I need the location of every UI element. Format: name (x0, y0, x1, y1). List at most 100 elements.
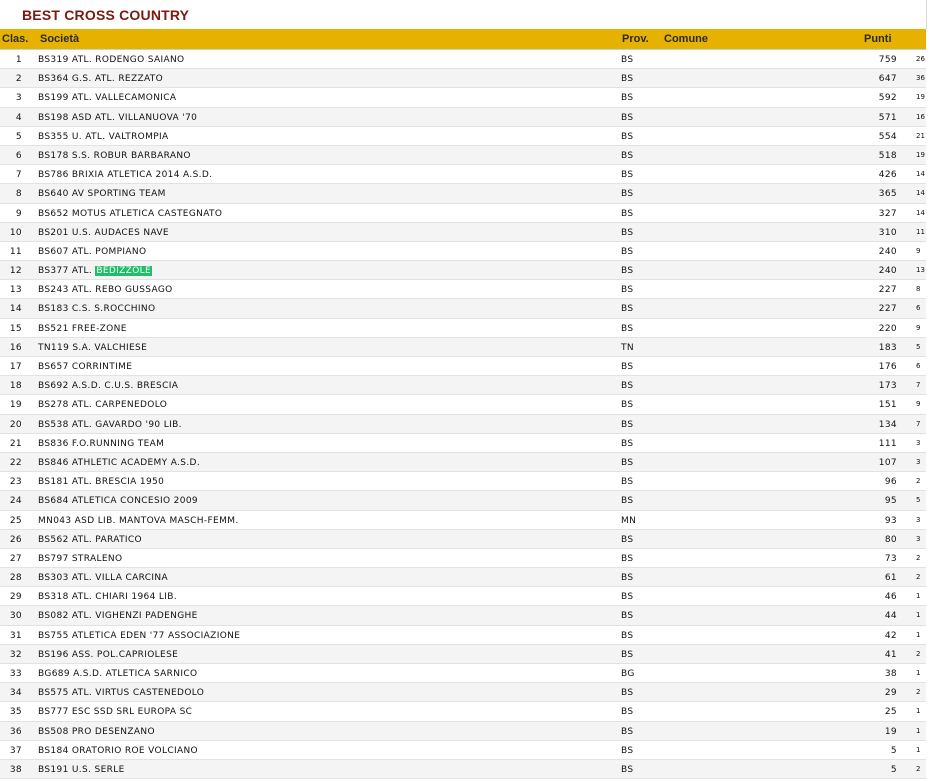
table-row: 19 BS278 ATL. CARPENEDOLO BS 151 9 (0, 395, 926, 415)
table-row: 30 BS082 ATL. VIGHENZI PADENGHE BS 44 1 (0, 606, 926, 626)
punti-cell: 759 (878, 55, 897, 65)
table-row: 15 BS521 FREE-ZONE BS 220 9 (0, 319, 926, 338)
table-row: 36 BS508 PRO DESENZANO BS 19 1 (0, 721, 926, 741)
punti-cell: 240 (878, 266, 897, 277)
extra-cell: 1 (916, 592, 921, 601)
extra-cell: 2 (916, 477, 921, 486)
extra-cell: 19 (916, 93, 925, 102)
punti-cell: 310 (878, 227, 897, 238)
extra-cell: 14 (916, 189, 925, 198)
header-societa: Società (40, 33, 80, 45)
extra-cell: 1 (916, 745, 921, 754)
punti-cell: 41 (884, 649, 897, 660)
punti-cell: 571 (878, 112, 897, 123)
extra-cell: 2 (916, 573, 921, 582)
extra-cell: 13 (916, 266, 925, 275)
punti-cell: 25 (884, 707, 897, 718)
punti-cell: 183 (878, 342, 897, 353)
extra-cell: 6 (916, 362, 921, 370)
table-row: 25 MN043 ASD LIB. MANTOVA MASCH-FEMM. MN 93… (0, 511, 926, 530)
table-row: 33 BG689 A.S.D. ATLETICA SARNICO BG 38 1 (0, 664, 926, 684)
table-row: 34 BS575 ATL. VIRTUS CASTENEDOLO BS 29 2 (0, 683, 926, 703)
extra-cell: 2 (916, 764, 921, 773)
ranking-table: Clas. Società Prov. Comune Punti 1 BS319 … (0, 29, 930, 780)
table-row: 23 BS181 ATL. BRESCIA 1950 BS 96 2 (0, 472, 926, 492)
punti-cell: 73 (884, 553, 897, 564)
table-row: 28 BS303 ATL. VILLA CARCINA BS 61 2 (0, 568, 926, 588)
extra-cell: 2 (916, 688, 921, 697)
extra-cell: 7 (916, 381, 921, 390)
extra-cell: 1 (916, 707, 921, 716)
extra-cell: 5 (916, 342, 921, 351)
page-title: BEST CROSS COUNTRY (22, 7, 190, 23)
table-header: Clas. Società Prov. Comune Punti (0, 29, 926, 50)
extra-cell: 2 (916, 649, 921, 658)
table-row: 13 BS243 ATL. REBO GUSSAGO BS 227 8 (0, 280, 926, 300)
punti-cell: 42 (884, 630, 897, 641)
extra-cell: 14 (916, 170, 925, 179)
table-row: 2 BS364 G.S. ATL. REZZATO BS 647 36 (0, 69, 926, 89)
extra-cell: 19 (916, 150, 925, 159)
extra-cell: 11 (916, 227, 925, 236)
extra-cell: 21 (916, 131, 925, 140)
extra-cell: 9 (916, 246, 921, 255)
punti-cell: 592 (878, 93, 897, 104)
table-row: 37 BS184 ORATORIO ROE VOLCIANO BS 5 1 (0, 741, 926, 760)
table-row: 24 BS684 ATLETICA CONCESIO 2009 BS 95 5 (0, 491, 926, 511)
table-row: 8 BS640 AV SPORTING TEAM BS 365 14 (0, 184, 926, 204)
punti-cell: 426 (878, 170, 897, 181)
extra-cell: 14 (916, 208, 925, 217)
punti-cell: 111 (878, 438, 897, 449)
extra-cell: 36 (916, 74, 925, 83)
table-row: 6 BS178 S.S. ROBUR BARBARANO BS 518 19 (0, 145, 926, 166)
table-row: 12 BS377 ATL. BEDIZZOLE BS 240 13 (0, 261, 926, 281)
header-comune: Comune (664, 33, 708, 45)
extra-cell: 3 (916, 457, 921, 466)
table-row: 21 BS836 F.O.RUNNING TEAM BS 111 3 (0, 434, 926, 453)
punti-cell: 29 (884, 688, 897, 699)
punti-cell: 227 (878, 304, 897, 315)
punti-cell: 5 (890, 745, 897, 756)
punti-cell: 240 (878, 246, 897, 257)
title-bar: BEST CROSS COUNTRY (0, 0, 927, 29)
extra-cell: 26 (916, 55, 925, 63)
extra-cell: 1 (916, 726, 921, 735)
punti-cell: 38 (884, 669, 897, 679)
extra-cell: 16 (916, 112, 925, 121)
extra-cell: 2 (916, 553, 921, 562)
extra-cell: 1 (916, 630, 921, 639)
punti-cell: 327 (878, 208, 897, 219)
punti-cell: 44 (884, 611, 897, 622)
table-row: 27 BS797 STRALENO BS 73 2 (0, 549, 926, 569)
punti-cell: 365 (878, 189, 897, 200)
extra-cell: 7 (916, 419, 921, 428)
extra-cell: 3 (916, 534, 921, 543)
header-punti: Punti (864, 33, 892, 45)
extra-cell: 3 (916, 438, 921, 447)
header-prov: Prov. (622, 33, 649, 45)
punti-cell: 19 (884, 726, 897, 737)
extra-cell: 6 (916, 304, 921, 313)
table-row: 22 BS846 ATHLETIC ACADEMY A.S.D. BS 107 3 (0, 452, 926, 473)
punti-cell: 5 (890, 764, 897, 775)
table-row: 14 BS183 C.S. S.ROCCHINO BS 227 6 (0, 299, 926, 319)
extra-cell: 1 (916, 611, 921, 620)
table-row: 5 BS355 U. ATL. VALTROMPIA BS 554 21 (0, 127, 926, 146)
punti-cell: 107 (878, 457, 897, 468)
punti-cell: 227 (878, 285, 897, 296)
extra-cell: 5 (916, 496, 921, 505)
punti-cell: 176 (878, 362, 897, 372)
table-row: 4 BS198 ASD ATL. VILLANUOVA '70 BS 571 16 (0, 107, 926, 127)
table-row: 9 BS652 MOTUS ATLETICA CASTEGNATO BS 327 14 (0, 204, 926, 223)
table-row: 17 BS657 CORRINTIME BS 176 6 (0, 357, 926, 377)
extra-cell: 1 (916, 669, 921, 677)
table-row: 10 BS201 U.S. AUDACES NAVE BS 310 11 (0, 222, 926, 242)
table-row: 7 BS786 BRIXIA ATLETICA 2014 A.S.D. BS 426 1… (0, 165, 926, 185)
punti-cell: 134 (878, 419, 897, 430)
punti-cell: 80 (884, 534, 897, 545)
punti-cell: 173 (878, 381, 897, 392)
table-row: 11 BS607 ATL. POMPIANO BS 240 9 (0, 242, 926, 262)
punti-cell: 96 (884, 477, 897, 488)
table-row: 35 BS777 ESC SSD SRL EUROPA SC BS 25 1 (0, 702, 926, 722)
punti-cell: 518 (878, 150, 897, 161)
